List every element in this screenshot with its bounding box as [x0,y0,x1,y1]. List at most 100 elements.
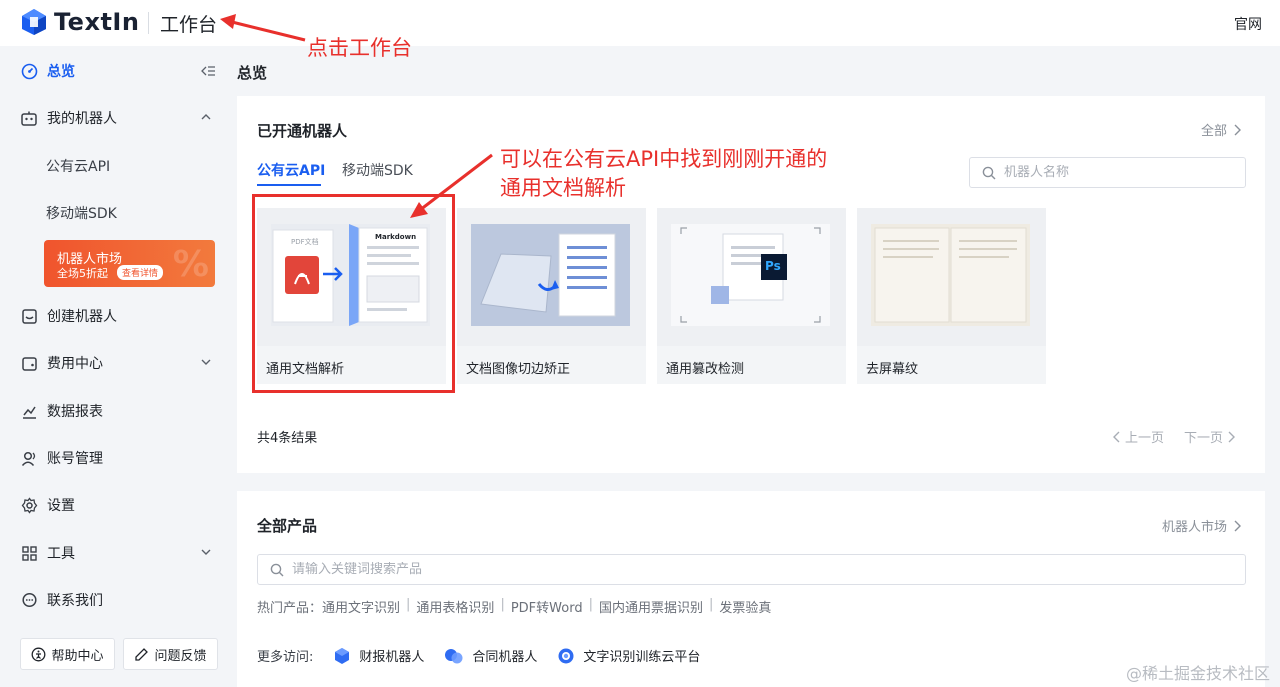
sidebar-item-label: 创建机器人 [47,309,117,325]
robot-market-label: 机器人市场 [1161,520,1227,535]
robot-search-input[interactable] [1004,165,1224,180]
product-search-input[interactable] [292,562,1192,577]
chevron-down-icon [201,359,211,365]
view-all-link[interactable]: 全部 [1201,120,1241,139]
promo-subtitle: 全场5折起 [57,267,108,280]
next-page-label: 下一页 [1184,431,1224,446]
gear-icon [20,496,38,514]
annotation-workbench-note: 点击工作台 [307,36,412,60]
logo-text: TextIn [54,8,140,36]
sidebar-item-my-robots[interactable]: 我的机器人 [0,98,228,138]
tab-public-cloud-api[interactable]: 公有云API [257,160,325,180]
sidebar-item-label: 公有云API [46,159,111,175]
textin-logo[interactable]: TextIn [20,8,139,36]
robot-market-link[interactable]: 机器人市场 [1162,516,1241,535]
sidebar-item-contact[interactable]: 联系我们 [0,580,228,620]
ocr-training-platform-link[interactable]: 文字识别训练云平台 [557,646,700,665]
top-header: TextIn 工作台 官网 [0,0,1280,46]
robot-market-promo[interactable]: % 机器人市场 全场5折起 查看详情 [44,240,215,287]
official-site-link[interactable]: 官网 [1234,14,1262,34]
chart-icon [20,402,38,420]
photoshop-icon: Ps [765,259,781,273]
result-count: 共4条结果 [257,431,318,446]
thumb-pdf-label: PDF文档 [291,238,319,246]
workbench-link[interactable]: 工作台 [160,10,217,37]
cube-icon [335,647,350,664]
help-center-label: 帮助中心 [51,648,104,664]
separator: | [500,597,505,612]
search-icon [982,166,996,179]
chevron-left-icon [1113,431,1120,442]
sidebar-item-reports[interactable]: 数据报表 [0,391,228,431]
bubbles-icon [445,648,463,663]
crop-correction-thumbnail [471,224,630,326]
sidebar-item-label: 设置 [47,498,75,514]
sidebar-item-label: 总览 [47,64,75,80]
promo-details-button[interactable]: 查看详情 [117,265,164,280]
more-item-label: 文字识别训练云平台 [583,650,701,665]
more-item-label: 财报机器人 [359,650,425,665]
help-center-button[interactable]: 帮助中心 [20,638,115,670]
sidebar-item-public-cloud-api[interactable]: 公有云API [0,146,228,186]
contract-robot-link[interactable]: 合同机器人 [444,646,537,665]
card-title: 去屏幕纹 [866,362,919,377]
more-access-row: 更多访问: 财报机器人 合同机器人 文字识别训练云平台 [257,646,720,665]
hot-product-link[interactable]: 发票验真 [719,597,771,616]
thumb-markdown-label: Markdown [375,233,417,241]
hot-product-link[interactable]: 通用文字识别 [322,597,400,616]
tamper-detection-thumbnail: Ps [671,224,830,326]
robot-search-box[interactable] [969,157,1246,188]
sidebar: 总览 我的机器人 公有云API 移动端SDK % 机器人市场 全场5折起 查看详… [0,46,228,687]
robot-card-doc-parse[interactable]: PDF文档 Markdown 通用文档解析 [257,208,446,384]
robot-card-crop-correction[interactable]: 文档图像切边矫正 [457,208,646,384]
hot-products-row: 热门产品： 通用文字识别 | 通用表格识别 | PDF转Word | 国内通用票… [257,597,771,616]
sidebar-item-settings[interactable]: 设置 [0,485,228,525]
chevron-right-icon [1234,520,1241,531]
hot-products-label: 热门产品： [257,601,323,616]
product-search-box[interactable] [257,554,1246,585]
chevron-up-icon [201,114,211,120]
robot-card-moire-removal[interactable]: 去屏幕纹 [857,208,1046,384]
separator: | [406,597,411,612]
sidebar-item-label: 费用中心 [47,356,103,372]
moire-removal-thumbnail [871,224,1030,326]
card-title: 通用文档解析 [266,362,345,377]
chevron-down-icon [201,549,211,555]
chevron-right-icon [1228,431,1236,442]
sidebar-item-label: 移动端SDK [46,206,117,222]
sidebar-item-account[interactable]: 账号管理 [0,438,228,478]
next-page-button[interactable]: 下一页 [1184,427,1239,446]
dashboard-icon [20,62,38,80]
all-products-title: 全部产品 [257,517,318,535]
sidebar-item-mobile-sdk[interactable]: 移动端SDK [0,193,228,233]
prev-page-button[interactable]: 上一页 [1109,427,1164,446]
card-title: 文档图像切边矫正 [466,362,571,377]
hot-product-link[interactable]: 国内通用票据识别 [599,597,703,616]
sidebar-item-tools[interactable]: 工具 [0,533,228,573]
robot-card-tamper-detection[interactable]: Ps 通用篡改检测 [657,208,846,384]
prev-page-label: 上一页 [1125,431,1165,446]
hot-product-link[interactable]: 通用表格识别 [416,597,494,616]
hot-product-link[interactable]: PDF转Word [511,597,583,616]
sidebar-item-billing[interactable]: 费用中心 [0,343,228,383]
sidebar-item-create-robot[interactable]: 创建机器人 [0,296,228,336]
chevron-right-icon [1234,124,1241,135]
sidebar-item-label: 账号管理 [47,451,103,467]
collapse-sidebar-icon[interactable] [200,63,216,79]
card-title: 通用篡改检测 [666,362,745,377]
financial-report-robot-link[interactable]: 财报机器人 [333,646,424,665]
chat-icon [20,591,38,609]
active-tab-indicator [257,184,321,186]
ring-icon [558,648,574,663]
robot-icon [20,109,38,127]
header-divider [148,12,149,34]
account-icon [20,449,38,467]
tab-mobile-sdk[interactable]: 移动端SDK [342,160,413,180]
sidebar-item-label: 联系我们 [47,593,103,609]
all-products-panel: 全部产品 机器人市场 热门产品： 通用文字识别 | 通用表格识别 | PDF转W… [237,491,1265,687]
feedback-button[interactable]: 问题反馈 [123,638,218,670]
annotation-api-note-line1: 可以在公有云API中找到刚刚开通的 [500,147,828,171]
edit-icon [135,647,149,661]
sidebar-item-label: 我的机器人 [47,111,117,127]
sidebar-item-overview[interactable]: 总览 [0,51,228,91]
